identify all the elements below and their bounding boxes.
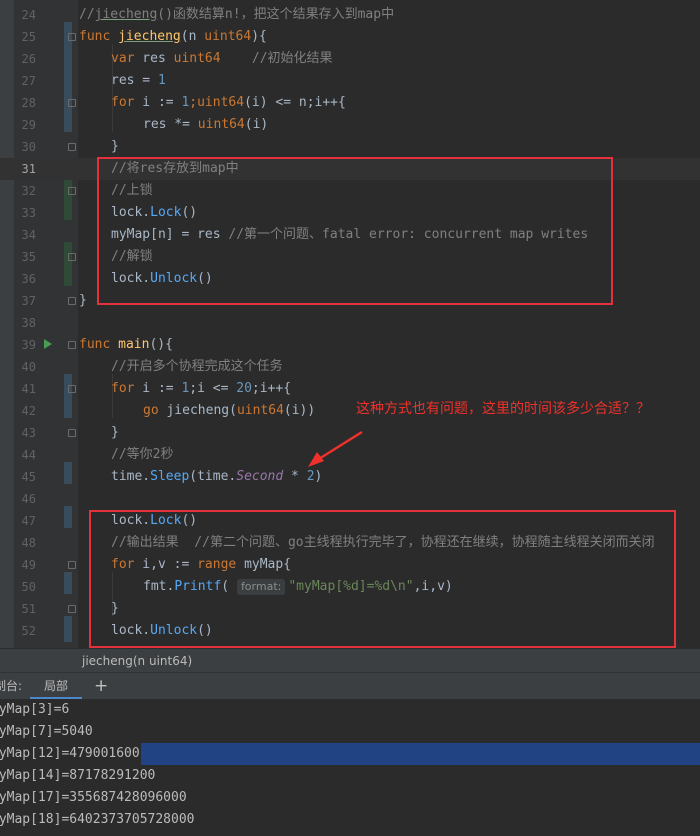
line-number: 25 — [21, 30, 36, 44]
code-line: 28 for i := 1;uint64(i) <= n;i++{ — [0, 92, 700, 114]
code-text: //等你2秒 — [111, 447, 174, 462]
line-number: 37 — [21, 294, 36, 308]
annotation-text: 这种方式也有问题，这里的时间该多少合适？？ — [356, 401, 650, 417]
line-number: 33 — [21, 206, 36, 220]
code-text: res *= uint64(i) — [143, 117, 269, 132]
line-number: 45 — [21, 470, 36, 484]
code-line: 27 res = 1 — [0, 70, 700, 92]
breadcrumb-bar: jiecheng(n uint64) — [0, 648, 700, 673]
code-line: 25 func jiecheng(n uint64){ — [0, 26, 700, 48]
line-number: 30 — [21, 140, 36, 154]
console-line: myMap[3]=6 — [0, 702, 70, 717]
code-text: } — [111, 139, 119, 154]
line-number: 32 — [21, 184, 36, 198]
code-text: res = 1 — [111, 73, 166, 88]
line-number: 44 — [21, 448, 36, 462]
line-number: 43 — [21, 426, 36, 440]
line-number: 48 — [21, 536, 36, 550]
line-number: 35 — [21, 250, 36, 264]
highlight-box-lock-section — [97, 157, 613, 305]
console-line: myMap[14]=87178291200 — [0, 768, 156, 783]
code-text: func jiecheng(n uint64){ — [79, 29, 267, 44]
line-number: 36 — [21, 272, 36, 286]
line-number: 49 — [21, 558, 36, 572]
line-number: 38 — [21, 316, 36, 330]
line-number: 39 — [21, 338, 36, 352]
console-output[interactable]: myMap[3]=6 myMap[7]=5040 myMap[12]=47900… — [0, 699, 700, 836]
line-number: 29 — [21, 118, 36, 132]
line-number: 51 — [21, 602, 36, 616]
line-number: 47 — [21, 514, 36, 528]
line-number: 52 — [21, 624, 36, 638]
annotation-arrow-icon — [308, 430, 363, 467]
line-number: 34 — [21, 228, 36, 242]
console-line: myMap[18]=6402373705728000 — [0, 812, 195, 827]
code-text: go jiecheng(uint64(i)) — [143, 403, 316, 418]
console-line: myMap[12]=479001600 — [0, 746, 140, 761]
code-line: 24 //jiecheng()函数结算n!，把这个结果存入到map中 — [0, 4, 700, 26]
code-text: time.Sleep(time.Second * 2) — [111, 469, 323, 484]
console-label: 控制台: — [0, 679, 23, 693]
code-line: 46 — [0, 488, 700, 510]
code-line: 29 res *= uint64(i) — [0, 114, 700, 136]
add-tab-button[interactable]: + — [94, 673, 108, 699]
code-text: for i := 1;uint64(i) <= n;i++{ — [111, 95, 346, 110]
code-text: var res uint64 //初始化结果 — [111, 51, 333, 66]
code-line: 40 //开启多个协程完成这个任务 — [0, 356, 700, 378]
code-text: } — [111, 425, 119, 440]
code-text: //jiecheng()函数结算n!，把这个结果存入到map中 — [79, 7, 395, 22]
line-number: 26 — [21, 52, 36, 66]
line-number: 42 — [21, 404, 36, 418]
code-line: 26 var res uint64 //初始化结果 — [0, 48, 700, 70]
code-line: 30 } — [0, 136, 700, 158]
highlight-box-output-section — [89, 510, 676, 648]
console-line: myMap[7]=5040 — [0, 724, 93, 739]
line-number: 40 — [21, 360, 36, 374]
line-number: 41 — [21, 382, 36, 396]
code-text: //开启多个协程完成这个任务 — [111, 359, 283, 374]
code-line: 38 — [0, 312, 700, 334]
breadcrumb-function[interactable]: jiecheng(n uint64) — [82, 649, 192, 673]
code-line: 41 for i := 1;i <= 20;i++{ — [0, 378, 700, 400]
code-line: 39 func main(){ — [0, 334, 700, 356]
line-number: 46 — [21, 492, 36, 506]
line-number: 31 — [21, 162, 36, 176]
line-number: 50 — [21, 580, 36, 594]
line-number: 28 — [21, 96, 36, 110]
left-tool-strip — [0, 649, 14, 673]
line-number: 27 — [21, 74, 36, 88]
console-line: myMap[17]=355687428096000 — [0, 790, 187, 805]
line-number: 24 — [21, 8, 36, 22]
selection-highlight — [141, 743, 700, 765]
code-text: } — [79, 293, 87, 308]
console-tab-bar: 控制台: 局部 + — [0, 672, 700, 700]
code-editor[interactable]: 24 //jiecheng()函数结算n!，把这个结果存入到map中 25 fu… — [0, 0, 700, 648]
code-text: func main(){ — [79, 337, 173, 352]
code-text: for i := 1;i <= 20;i++{ — [111, 381, 292, 396]
tab-local[interactable]: 局部 — [30, 673, 82, 699]
